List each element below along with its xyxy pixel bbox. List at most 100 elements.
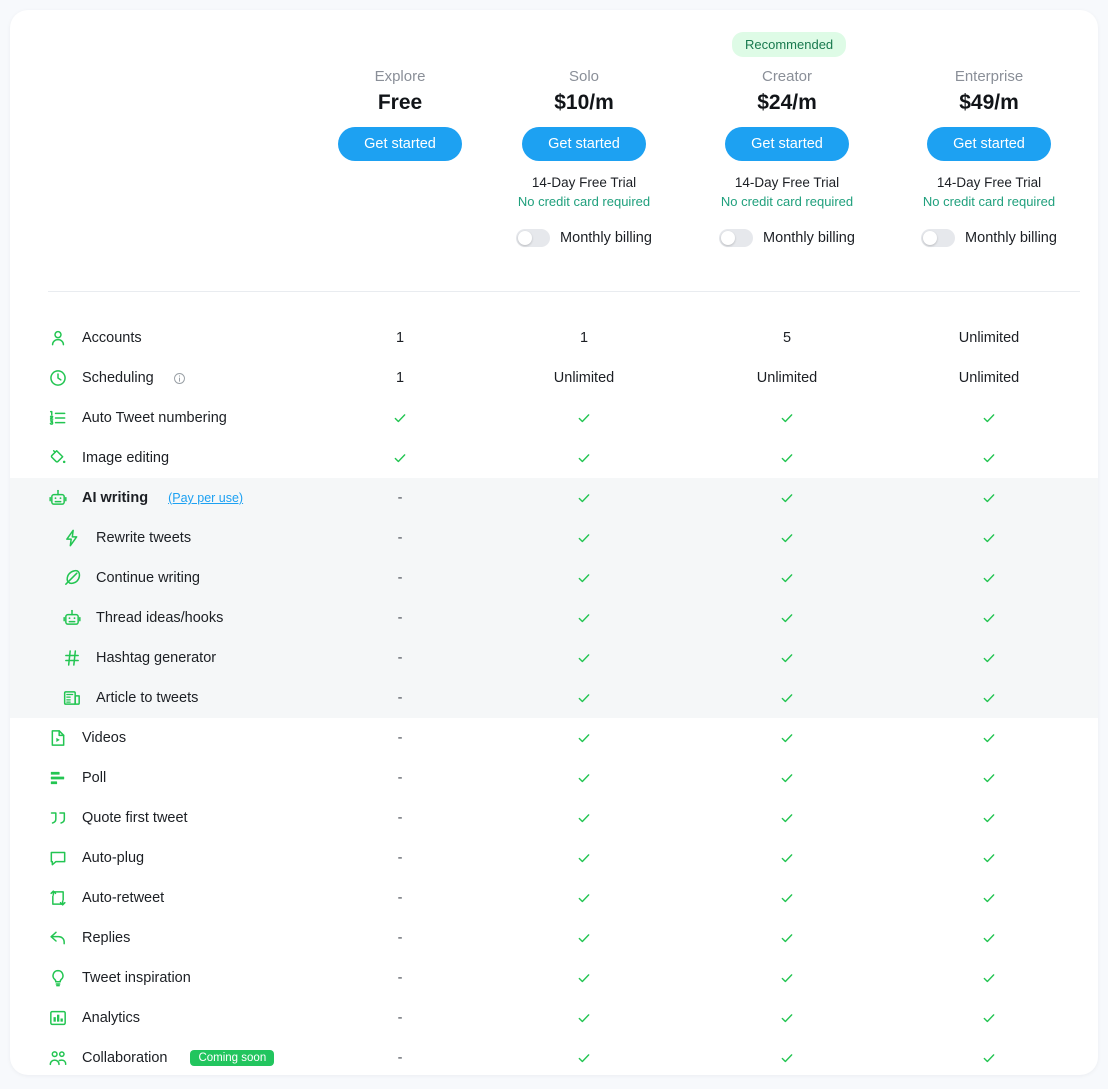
monthly-billing-toggle[interactable]	[719, 229, 754, 247]
feather-icon	[65, 569, 81, 585]
feature-label: Poll	[82, 770, 107, 786]
feature-row: Videos -	[10, 718, 1098, 758]
feature-value	[479, 810, 689, 826]
feature-label-group: Continue writing	[62, 568, 200, 588]
feature-label: Analytics	[82, 1010, 141, 1026]
feature-value	[682, 970, 892, 986]
feature-value	[884, 730, 1094, 746]
plan-price: $24/m	[757, 91, 817, 114]
pay-per-use-link[interactable]: (Pay per use)	[168, 491, 243, 505]
feature-label-group: Tweet inspiration	[48, 968, 191, 988]
feature-label: Tweet inspiration	[82, 970, 191, 986]
feature-value	[479, 770, 689, 786]
feature-label-group: Analytics	[48, 1008, 140, 1028]
feature-row: Continue writing -	[10, 558, 1098, 598]
feature-value: -	[397, 1050, 403, 1066]
feature-label-group: Quote first tweet	[48, 808, 188, 828]
feature-row: Rewrite tweets -	[10, 518, 1098, 558]
feature-value	[682, 690, 892, 706]
plan-price: $49/m	[959, 91, 1019, 114]
feature-row: AI writing (Pay per use) -	[10, 478, 1098, 518]
feature-value	[682, 1050, 892, 1066]
numbered-list-icon	[49, 410, 66, 425]
feature-label: Image editing	[82, 450, 170, 466]
feature-value: 1	[395, 370, 405, 386]
feature-value	[884, 890, 1094, 906]
feature-value	[884, 690, 1094, 706]
feature-value	[479, 890, 689, 906]
get-started-button[interactable]: Get started	[927, 127, 1051, 161]
feature-value	[479, 1050, 689, 1066]
feature-row: Auto Tweet numbering	[10, 398, 1098, 438]
plan-name: Solo	[568, 68, 600, 85]
feature-value: 5	[782, 330, 792, 346]
billing-toggle-row: Monthly billing	[884, 229, 1094, 247]
feature-row: Tweet inspiration -	[10, 958, 1098, 998]
feature-row: Thread ideas/hooks -	[10, 598, 1098, 638]
billing-toggle-row: Monthly billing	[479, 229, 689, 247]
no-credit-card-text: No credit card required	[720, 194, 854, 209]
feature-label: Collaboration	[82, 1050, 168, 1066]
feature-value	[479, 850, 689, 866]
monthly-billing-toggle[interactable]	[516, 229, 551, 247]
trial-text: 14-Day Free Trial	[936, 175, 1042, 190]
feature-label-group: Accounts	[48, 328, 142, 348]
feature-value	[295, 450, 505, 466]
billing-toggle-row: Monthly billing	[682, 229, 892, 247]
retweet-icon	[50, 890, 66, 906]
plan-column-explore: Explore Free Get started	[295, 68, 505, 161]
feature-label: Quote first tweet	[82, 810, 188, 826]
feature-value	[884, 610, 1094, 626]
feature-value	[682, 530, 892, 546]
feature-label: Continue writing	[96, 570, 200, 586]
feature-value	[479, 690, 689, 706]
feature-value	[682, 850, 892, 866]
feature-value: -	[397, 570, 403, 586]
feature-label-group: Image editing	[48, 448, 169, 468]
feature-row: Scheduling 1 Unlimited Unlimited Unlimited	[10, 358, 1098, 398]
feature-label-group: Auto-retweet	[48, 888, 164, 908]
feature-table: Accounts 1 1 5 Unlimited Scheduling 1 Unlimi…	[10, 318, 1098, 1075]
feature-value: -	[397, 650, 403, 666]
feature-row: Analytics -	[10, 998, 1098, 1038]
get-started-button[interactable]: Get started	[522, 127, 646, 161]
article-icon	[63, 691, 80, 705]
feature-value	[682, 810, 892, 826]
feature-value	[682, 410, 892, 426]
no-credit-card-text: No credit card required	[517, 194, 651, 209]
monthly-billing-toggle[interactable]	[921, 229, 956, 247]
feature-label-group: Videos	[48, 728, 126, 748]
feature-value	[884, 770, 1094, 786]
plan-price: $10/m	[554, 91, 614, 114]
plan-name: Enterprise	[954, 68, 1024, 85]
feature-label: Auto Tweet numbering	[82, 410, 227, 426]
feature-value	[884, 410, 1094, 426]
no-credit-card-text: No credit card required	[922, 194, 1056, 209]
comment-icon	[50, 851, 66, 866]
feature-row: Auto-retweet -	[10, 878, 1098, 918]
feature-value	[884, 1010, 1094, 1026]
feature-value: -	[397, 770, 403, 786]
get-started-button[interactable]: Get started	[338, 127, 462, 161]
feature-value	[884, 570, 1094, 586]
feature-row: Article to tweets -	[10, 678, 1098, 718]
feature-row: Accounts 1 1 5 Unlimited	[10, 318, 1098, 358]
feature-value: Unlimited	[756, 370, 818, 386]
people-icon	[49, 1051, 67, 1066]
feature-value	[479, 1010, 689, 1026]
poll-icon	[50, 771, 65, 785]
feature-label-group: AI writing (Pay per use)	[48, 488, 243, 508]
feature-row: Auto-plug -	[10, 838, 1098, 878]
get-started-button[interactable]: Get started	[725, 127, 849, 161]
feature-value: Unlimited	[958, 330, 1020, 346]
feature-label: Videos	[82, 730, 127, 746]
feature-value	[884, 490, 1094, 506]
feature-value	[479, 410, 689, 426]
feature-label: Thread ideas/hooks	[96, 610, 224, 626]
coming-soon-badge: Coming soon	[190, 1050, 275, 1066]
hashtag-icon	[65, 650, 79, 666]
feature-value	[479, 930, 689, 946]
feature-label-group: Collaboration Coming soon	[48, 1048, 275, 1068]
feature-value	[884, 850, 1094, 866]
feature-value	[682, 770, 892, 786]
